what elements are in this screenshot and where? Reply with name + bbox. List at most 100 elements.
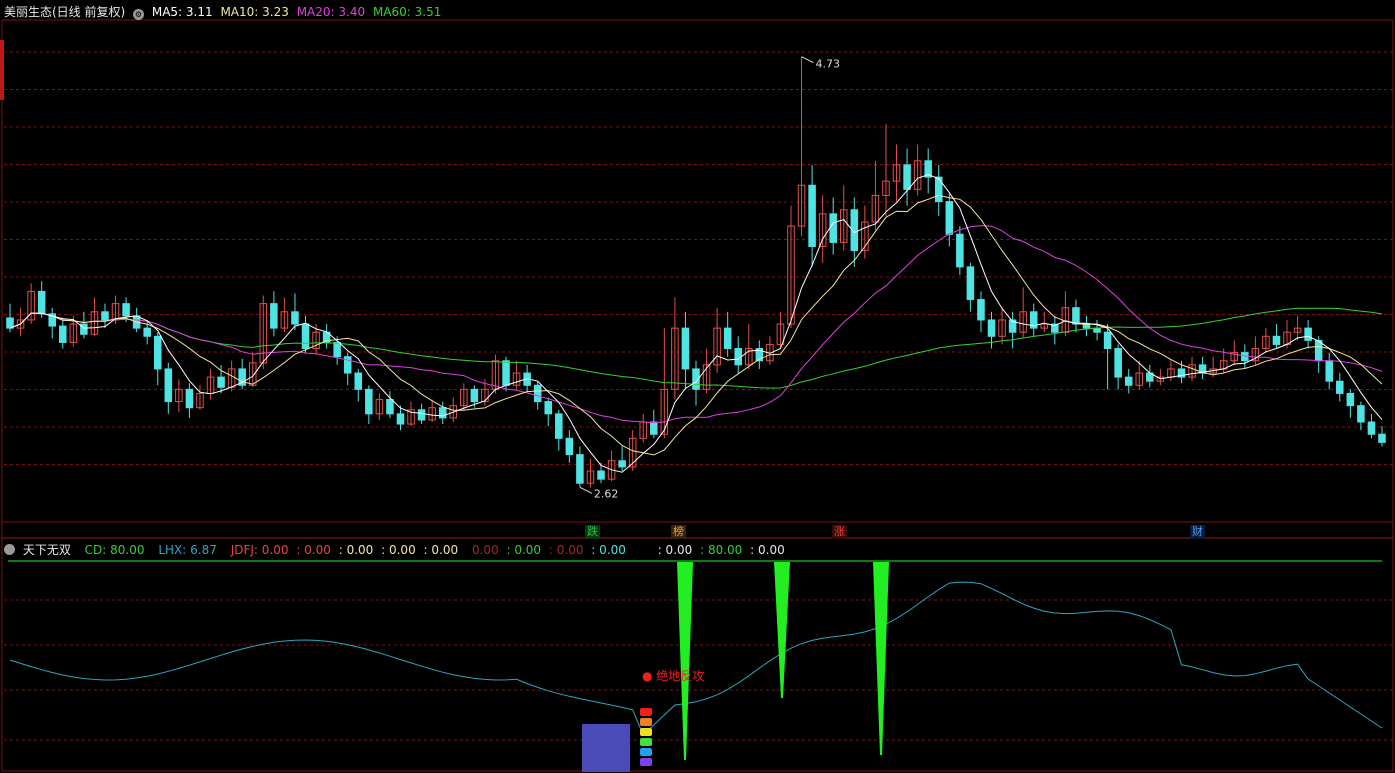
value-4: : 0.00 — [423, 543, 459, 557]
candle-body — [101, 311, 109, 321]
low-pointer — [579, 486, 593, 494]
candle-body — [37, 290, 46, 315]
ma5-label: MA5: 3.11 — [151, 5, 213, 19]
candle-body — [301, 323, 310, 350]
candle-body — [1314, 339, 1323, 362]
jdfg-annotation-text: 绝地反攻 — [656, 669, 705, 683]
candle-body — [396, 413, 405, 425]
signal-spike — [677, 562, 693, 760]
candle-body — [333, 341, 341, 358]
candle-body — [6, 317, 14, 329]
ma10-label: MA10: 3.23 — [220, 5, 289, 19]
candle-body — [681, 327, 690, 370]
color-bar-segment — [640, 738, 652, 746]
value-5: 0.00 — [471, 543, 499, 557]
value-6: : 0.00 — [506, 543, 542, 557]
value-1: : 0.00 — [296, 543, 331, 557]
high-pointer — [801, 56, 814, 64]
candle-body — [185, 388, 194, 409]
candle-body — [122, 303, 130, 317]
candle-body — [153, 335, 162, 370]
candle-body — [1336, 380, 1344, 394]
candle-body — [934, 176, 943, 203]
color-bar-segment — [640, 728, 652, 736]
settings-dot-icon[interactable]: ⚙ — [133, 9, 145, 20]
jdfj-label: JDFJ: 0.00 — [230, 543, 289, 557]
candlestick-chart: 4.73 2.62 — [0, 19, 1394, 772]
candle-body — [533, 384, 542, 403]
candle-body — [977, 299, 985, 321]
tag-zhang[interactable]: 涨 — [832, 525, 847, 539]
candle-body — [1103, 331, 1112, 350]
signal-box — [582, 724, 630, 772]
lhx-line — [9, 581, 1383, 736]
candle-body — [544, 401, 553, 415]
tag-bang[interactable]: 榜 — [671, 525, 686, 539]
high-price-label: 4.73 — [816, 58, 841, 71]
candle-body — [470, 388, 479, 403]
candle-body — [618, 460, 626, 468]
candle-body — [956, 233, 964, 268]
candle-body — [555, 413, 563, 439]
candle-body — [808, 184, 816, 247]
ma5-line — [9, 174, 1383, 473]
candle-body — [417, 409, 426, 421]
candle-body — [966, 266, 975, 301]
candle-body — [576, 454, 584, 484]
lhx-label: LHX: 6.87 — [158, 543, 217, 557]
candle-body — [365, 388, 373, 415]
candle-body — [1072, 307, 1080, 325]
candle-body — [1304, 327, 1312, 341]
candle-body — [386, 399, 394, 415]
candle-body — [987, 319, 996, 337]
value-3: : 0.00 — [381, 543, 416, 557]
signal-spike — [873, 562, 889, 755]
main-chart-header: 美丽生态(日线 前复权) ⚙ MA5: 3.11 MA10: 3.23 MA20… — [4, 2, 445, 22]
left-edge-marker — [0, 40, 4, 100]
ma60-label: MA60: 3.51 — [372, 5, 442, 19]
indicator-header: 天下无双 CD: 80.00 LHX: 6.87 JDFJ: 0.00 : 0.… — [4, 540, 789, 560]
candle-body — [1378, 433, 1386, 443]
candle-body — [650, 421, 658, 435]
candle-body — [734, 348, 742, 366]
candle-body — [291, 311, 299, 325]
color-bar-segment — [640, 758, 652, 766]
value-8: : 0.00 — [591, 543, 626, 557]
candle-body — [1325, 360, 1334, 382]
ma10-line — [9, 194, 1383, 456]
tag-die[interactable]: 跌 — [585, 525, 600, 539]
tag-cai[interactable]: 财 — [1190, 525, 1205, 539]
candle-body — [1241, 352, 1249, 362]
value-10: : 80.00 — [700, 543, 743, 557]
value-9: : 0.00 — [657, 543, 693, 557]
candle-body — [1357, 405, 1365, 423]
indicator-name[interactable]: 天下无双 — [23, 543, 71, 557]
candle-body — [1272, 335, 1281, 345]
signal-spike — [774, 562, 790, 698]
color-bar-segment — [640, 718, 652, 726]
candle-body — [354, 372, 363, 390]
value-7: : 0.00 — [548, 543, 584, 557]
value-11: : 0.00 — [750, 543, 785, 557]
candle-body — [565, 437, 574, 456]
low-price-label: 2.62 — [594, 487, 619, 500]
candle-body — [217, 376, 225, 388]
candle-body — [143, 327, 151, 337]
candle-body — [1114, 348, 1122, 378]
cd-label: CD: 80.00 — [84, 543, 145, 557]
candle-body — [829, 213, 837, 243]
indicator-settings-icon[interactable] — [4, 544, 15, 555]
candle-body — [58, 325, 67, 343]
candle-body — [80, 323, 88, 335]
stock-title[interactable]: 美丽生态(日线 前复权) — [4, 5, 125, 19]
value-2: : 0.00 — [338, 543, 374, 557]
candle-body — [164, 368, 173, 403]
candle-body — [502, 360, 510, 386]
candle-body — [945, 201, 954, 235]
candle-body — [1346, 392, 1355, 407]
candle-body — [903, 164, 911, 190]
jdfg-annotation: ● 绝地反攻 — [642, 669, 705, 683]
candle-body — [597, 470, 605, 480]
color-bar-segment — [640, 748, 652, 756]
color-bar-segment — [640, 708, 652, 716]
